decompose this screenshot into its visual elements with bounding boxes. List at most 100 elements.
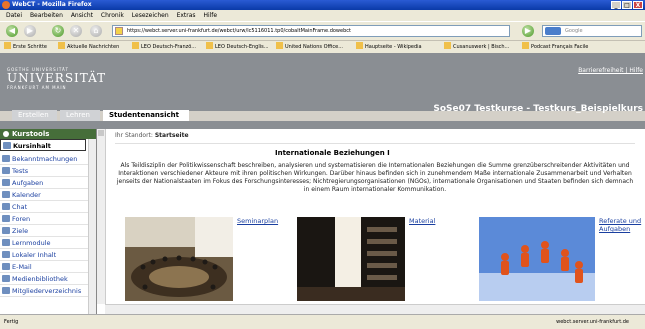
course-tools-sidebar: Kurstools Kursinhalt Bekanntmachungen Te… — [0, 129, 97, 314]
sidebar-item-kursinhalt[interactable]: Kursinhalt — [0, 139, 86, 151]
breadcrumb-label: Ihr Standort: — [115, 132, 153, 139]
sidebar-item-kalender[interactable]: Kalender — [0, 189, 96, 201]
seminar-hall-photo[interactable] — [125, 217, 233, 301]
bookmark-item[interactable]: Aktuelle Nachrichten — [58, 41, 119, 53]
sidebar-item-email[interactable]: E-Mail — [0, 261, 96, 273]
sidebar-item-lernmodule[interactable]: Lernmodule — [0, 237, 96, 249]
bookmark-item[interactable]: Erste Schritte — [4, 41, 47, 53]
members-icon — [2, 287, 10, 294]
window-title: WebCT - Mozilla Firefox — [12, 1, 92, 8]
menu-lesezeichen[interactable]: Lesezeichen — [132, 12, 169, 19]
tab-erstellen[interactable]: Erstellen — [12, 110, 57, 121]
sidebar-item-mitgliederverzeichnis[interactable]: Mitgliederverzeichnis — [0, 285, 96, 297]
bookmark-item[interactable]: Hauptseite - Wikipedia — [356, 41, 422, 53]
bookmark-item[interactable]: United Nations Office... — [276, 41, 343, 53]
tab-lehren[interactable]: Lehren — [60, 110, 100, 121]
minimize-button[interactable]: _ — [611, 1, 621, 9]
bookmark-icon — [132, 42, 139, 49]
sidebar-item-lokaler-inhalt[interactable]: Lokaler Inhalt — [0, 249, 96, 261]
reload-icon[interactable]: ↻ — [52, 25, 64, 37]
status-domain: webct.server.uni-frankfurt.de — [556, 319, 629, 325]
bookmark-icon — [276, 42, 283, 49]
bookmarks-toolbar: Erste Schritte Aktuelle Nachrichten LEO … — [0, 40, 645, 54]
local-content-icon — [2, 251, 10, 258]
module-icon — [2, 239, 10, 246]
forum-icon — [2, 215, 10, 222]
main-horizontal-scrollbar[interactable] — [105, 304, 645, 314]
address-bar[interactable]: https://webct.server.uni-frankfurt.de/we… — [112, 25, 510, 37]
library-photo[interactable] — [297, 217, 405, 301]
assignment-icon — [2, 179, 10, 186]
accessibility-help-link[interactable]: Barrierefreiheit | Hilfe — [578, 67, 643, 74]
course-description: Als Teildisziplin der Politikwissenschaf… — [116, 162, 634, 193]
university-logo[interactable]: GOETHE UNIVERSITÄT UNIVERSITÄT FRANKFURT… — [7, 67, 106, 90]
search-input[interactable]: Google — [542, 25, 642, 37]
bookmark-item[interactable]: Cusanuswerk | Bisch... — [444, 41, 509, 53]
course-title: SoSe07 Testkurse - Testkurs_Beispielkurs — [433, 104, 643, 114]
sidebar-item-medienbibliothek[interactable]: Medienbibliothek — [0, 273, 96, 285]
maximize-button[interactable]: □ — [622, 1, 632, 9]
window-titlebar: WebCT - Mozilla Firefox _ □ X — [0, 0, 645, 10]
header-divider — [0, 121, 645, 129]
close-button[interactable]: X — [633, 1, 643, 9]
sidebar-item-foren[interactable]: Foren — [0, 213, 96, 225]
page-title: Internationale Beziehungen I — [275, 149, 390, 157]
sidebar-scrollbar[interactable] — [88, 139, 96, 314]
media-library-icon — [2, 275, 10, 282]
back-icon[interactable]: ◀ — [6, 25, 18, 37]
menu-hilfe[interactable]: Hilfe — [203, 12, 217, 19]
url-text: https://webct.server.uni-frankfurt.de/we… — [127, 28, 351, 34]
google-icon — [545, 27, 561, 35]
test-icon — [2, 167, 10, 174]
menu-chronik[interactable]: Chronik — [101, 12, 124, 19]
breadcrumb-divider — [115, 143, 635, 144]
bookmark-item[interactable]: LEO Deutsch-Englis... — [206, 41, 269, 53]
go-icon[interactable]: ▶ — [522, 25, 534, 37]
window-controls: _ □ X — [611, 1, 643, 9]
announcement-icon — [2, 155, 10, 162]
menu-extras[interactable]: Extras — [177, 12, 196, 19]
menu-bearbeiten[interactable]: Bearbeiten — [30, 12, 63, 19]
bookmark-icon — [4, 42, 11, 49]
calendar-icon — [2, 191, 10, 198]
referate-aufgaben-link[interactable]: Referate und Aufgaben — [599, 217, 643, 233]
sidebar-item-chat[interactable]: Chat — [0, 201, 96, 213]
firefox-icon — [2, 1, 10, 9]
tab-studentenansicht[interactable]: Studentenansicht — [103, 110, 189, 121]
status-bar: Fertig webct.server.uni-frankfurt.de — [0, 314, 645, 329]
site-icon — [115, 27, 123, 35]
bookmark-icon — [58, 42, 65, 49]
sidebar-item-bekanntmachungen[interactable]: Bekanntmachungen — [0, 153, 96, 165]
seminarplan-link[interactable]: Seminarplan — [237, 217, 278, 225]
material-link[interactable]: Material — [409, 217, 435, 225]
navigation-toolbar: ◀ ▶ ↻ ✕ ⌂ https://webct.server.uni-frank… — [0, 21, 645, 41]
stop-icon[interactable]: ✕ — [70, 25, 82, 37]
chat-icon — [2, 203, 10, 210]
menu-bar: Datei Bearbeiten Ansicht Chronik Lesezei… — [0, 10, 645, 21]
menu-datei[interactable]: Datei — [6, 12, 22, 19]
mail-icon — [2, 263, 10, 270]
bookmark-item[interactable]: LEO Deutsch-Franzö... — [132, 41, 196, 53]
bookmark-icon — [522, 42, 529, 49]
home-icon[interactable]: ⌂ — [90, 25, 102, 37]
scroll-up-icon[interactable] — [98, 130, 104, 136]
university-header: GOETHE UNIVERSITÄT UNIVERSITÄT FRANKFURT… — [0, 53, 645, 111]
breadcrumb: Ihr Standort: Startseite — [115, 132, 189, 139]
kurstools-header[interactable]: Kurstools — [0, 129, 96, 139]
bookmark-icon — [444, 42, 451, 49]
breadcrumb-current: Startseite — [154, 132, 189, 139]
forward-icon[interactable]: ▶ — [24, 25, 36, 37]
main-vertical-scrollbar[interactable] — [97, 129, 106, 304]
team-figures-photo[interactable] — [479, 217, 595, 301]
sidebar-item-ziele[interactable]: Ziele — [0, 225, 96, 237]
goals-icon — [2, 227, 10, 234]
menu-ansicht[interactable]: Ansicht — [71, 12, 93, 19]
sidebar-item-tests[interactable]: Tests — [0, 165, 96, 177]
status-text: Fertig — [4, 319, 19, 325]
main-content: Ihr Standort: Startseite Internationale … — [97, 129, 645, 314]
bookmark-icon — [356, 42, 363, 49]
search-placeholder: Google — [565, 28, 583, 34]
bookmark-icon — [206, 42, 213, 49]
bookmark-item[interactable]: Podcast Français Facile — [522, 41, 588, 53]
sidebar-item-aufgaben[interactable]: Aufgaben — [0, 177, 96, 189]
